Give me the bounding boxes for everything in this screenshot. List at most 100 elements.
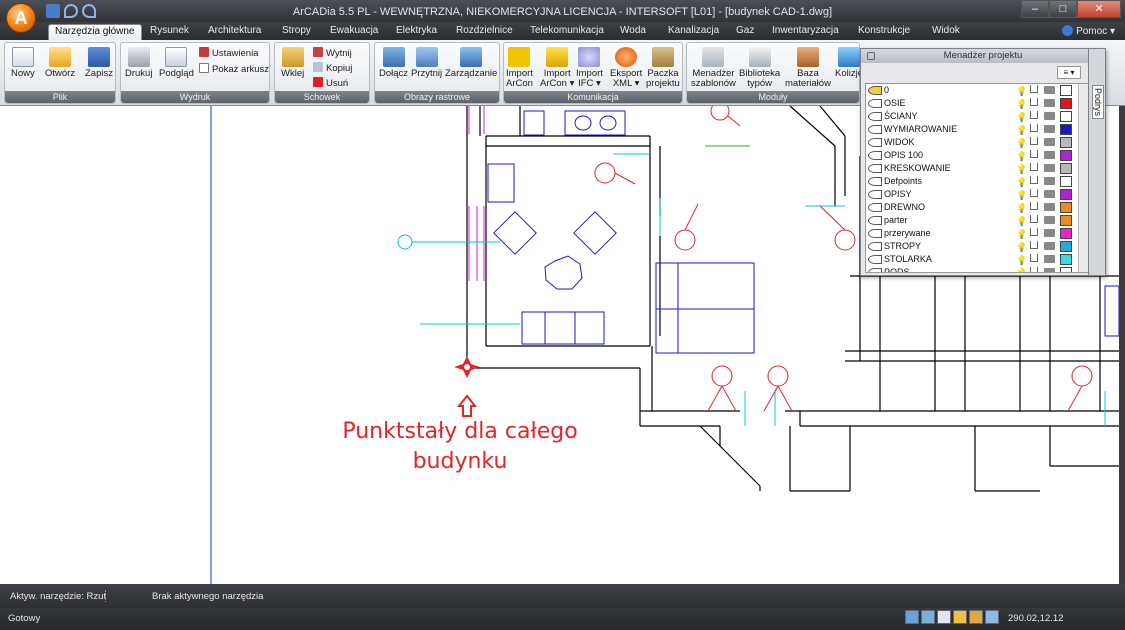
tab-widok[interactable]: Widok	[926, 24, 966, 40]
layer-row[interactable]: Defpoints 💡	[866, 175, 1090, 188]
layer-color-swatch[interactable]	[1060, 163, 1072, 174]
layer-color-swatch[interactable]	[1060, 267, 1072, 272]
layer-row[interactable]: OSIE 💡	[866, 97, 1090, 110]
printer-icon[interactable]	[1044, 125, 1055, 133]
delete-button[interactable]: Usuń	[313, 77, 348, 89]
printer-icon[interactable]	[1044, 255, 1055, 263]
lock-icon[interactable]	[1030, 98, 1038, 106]
tab-woda[interactable]: Woda	[614, 24, 652, 40]
layer-state-icon[interactable]	[868, 112, 882, 121]
layer-row[interactable]: OPIS 100 💡	[866, 149, 1090, 162]
maximize-button[interactable]: □	[1049, 0, 1077, 18]
project-package-button[interactable]: Paczka projektu	[646, 47, 680, 89]
layer-row[interactable]: parter 💡	[866, 214, 1090, 227]
collisions-button[interactable]: Kolizje	[835, 47, 863, 79]
printer-icon[interactable]	[1044, 177, 1055, 185]
layer-color-swatch[interactable]	[1060, 241, 1072, 252]
layer-state-icon[interactable]	[868, 190, 882, 199]
tab-podrys[interactable]: Podrys	[1092, 85, 1104, 120]
layer-color-swatch[interactable]	[1060, 85, 1072, 96]
app-menu-button[interactable]: A	[6, 3, 36, 33]
layer-state-icon[interactable]	[868, 255, 882, 264]
minimize-button[interactable]: –	[1021, 0, 1049, 18]
materials-db-button[interactable]: Baza materiałów	[785, 47, 831, 89]
layer-row[interactable]: STROPY 💡	[866, 240, 1090, 253]
layer-state-icon[interactable]	[868, 151, 882, 160]
layer-color-swatch[interactable]	[1060, 202, 1072, 213]
printer-icon[interactable]	[1044, 151, 1055, 159]
tab-architektura[interactable]: Architektura	[202, 24, 267, 40]
layer-state-icon[interactable]	[868, 164, 882, 173]
tab-inwentaryzacja[interactable]: Inwentaryzacja	[766, 24, 845, 40]
printer-icon[interactable]	[1044, 99, 1055, 107]
copy-button[interactable]: Kopiuj	[313, 62, 352, 74]
layer-state-icon[interactable]	[868, 242, 882, 251]
layer-state-icon[interactable]	[868, 177, 882, 186]
lock-icon[interactable]	[1030, 215, 1038, 223]
tab-kanalizacja[interactable]: Kanalizacja	[662, 24, 725, 40]
save-button[interactable]: Zapisz	[85, 47, 113, 79]
ortho-icon[interactable]	[921, 610, 935, 624]
close-button[interactable]: ✕	[1077, 0, 1121, 18]
layer-row[interactable]: przerywane 💡	[866, 227, 1090, 240]
lock-icon[interactable]	[1030, 228, 1038, 236]
layer-row[interactable]: OPISY 💡	[866, 188, 1090, 201]
layer-color-swatch[interactable]	[1060, 215, 1072, 226]
snap-icon[interactable]	[905, 610, 919, 624]
layer-color-swatch[interactable]	[1060, 111, 1072, 122]
paste-button[interactable]: Wklej	[281, 47, 304, 79]
layer-state-icon[interactable]	[868, 203, 882, 212]
printer-icon[interactable]	[1044, 242, 1055, 250]
printer-icon[interactable]	[1044, 216, 1055, 224]
filter-dropdown[interactable]: ≡ ▾	[1057, 66, 1081, 79]
lock-icon[interactable]	[1030, 254, 1038, 262]
template-manager-button[interactable]: Menadżer szablonów	[691, 47, 736, 89]
tab-narzedzia-glowne[interactable]: Narzędzia główne	[48, 24, 142, 40]
tab-konstrukcje[interactable]: Konstrukcje	[852, 24, 916, 40]
layer-state-icon[interactable]	[868, 216, 882, 225]
view-icon[interactable]	[985, 610, 999, 624]
layer-color-swatch[interactable]	[1060, 228, 1072, 239]
help-menu[interactable]: Pomoc ▾	[1062, 25, 1115, 37]
lock-icon[interactable]	[1030, 189, 1038, 197]
tab-telekomunikacja[interactable]: Telekomunikacja	[524, 24, 610, 40]
manage-images-button[interactable]: Zarządzanie	[445, 47, 497, 79]
layer-color-swatch[interactable]	[1060, 124, 1072, 135]
lock-icon[interactable]	[1030, 163, 1038, 171]
project-manager-titlebar[interactable]: Menadżer projektu ⊠	[861, 49, 1105, 63]
lock-icon[interactable]	[1030, 267, 1038, 272]
tab-gaz[interactable]: Gaz	[730, 24, 760, 40]
printer-icon[interactable]	[1044, 203, 1055, 211]
layer-color-swatch[interactable]	[1060, 176, 1072, 187]
layer-row[interactable]: WYMIAROWANIE 💡	[866, 123, 1090, 136]
import-ifc-button[interactable]: Import IFC ▾	[576, 47, 603, 89]
layer-color-swatch[interactable]	[1060, 189, 1072, 200]
printer-icon[interactable]	[1044, 138, 1055, 146]
layer-state-icon[interactable]	[868, 138, 882, 147]
layer-row[interactable]: STOLARKA 💡	[866, 253, 1090, 266]
export-xml-button[interactable]: Eksport XML ▾	[610, 47, 642, 89]
objects-icon[interactable]	[969, 610, 983, 624]
type-library-button[interactable]: Biblioteka typów	[739, 47, 780, 89]
printer-icon[interactable]	[1044, 164, 1055, 172]
preview-button[interactable]: Podgląd	[159, 47, 194, 79]
tab-rysunek[interactable]: Rysunek	[144, 24, 195, 40]
layers-icon[interactable]	[953, 610, 967, 624]
layer-state-icon[interactable]	[868, 229, 882, 238]
layer-row[interactable]: KRESKOWANIE 💡	[866, 162, 1090, 175]
layer-state-icon[interactable]	[868, 86, 882, 95]
lock-icon[interactable]	[1030, 150, 1038, 158]
printer-icon[interactable]	[1044, 190, 1055, 198]
open-button[interactable]: Otwórz	[45, 47, 75, 79]
lock-icon[interactable]	[1030, 202, 1038, 210]
lock-icon[interactable]	[1030, 137, 1038, 145]
canvas-scrollbar[interactable]	[1119, 106, 1125, 584]
layer-color-swatch[interactable]	[1060, 98, 1072, 109]
printer-icon[interactable]	[1044, 86, 1055, 94]
layer-row[interactable]: DREWNO 💡	[866, 201, 1090, 214]
attach-button[interactable]: Dołącz	[379, 47, 408, 79]
grid-icon[interactable]	[937, 610, 951, 624]
layer-state-icon[interactable]	[868, 99, 882, 108]
clip-button[interactable]: Przytnij	[411, 47, 442, 79]
tab-elektryka[interactable]: Elektryka	[390, 24, 443, 40]
